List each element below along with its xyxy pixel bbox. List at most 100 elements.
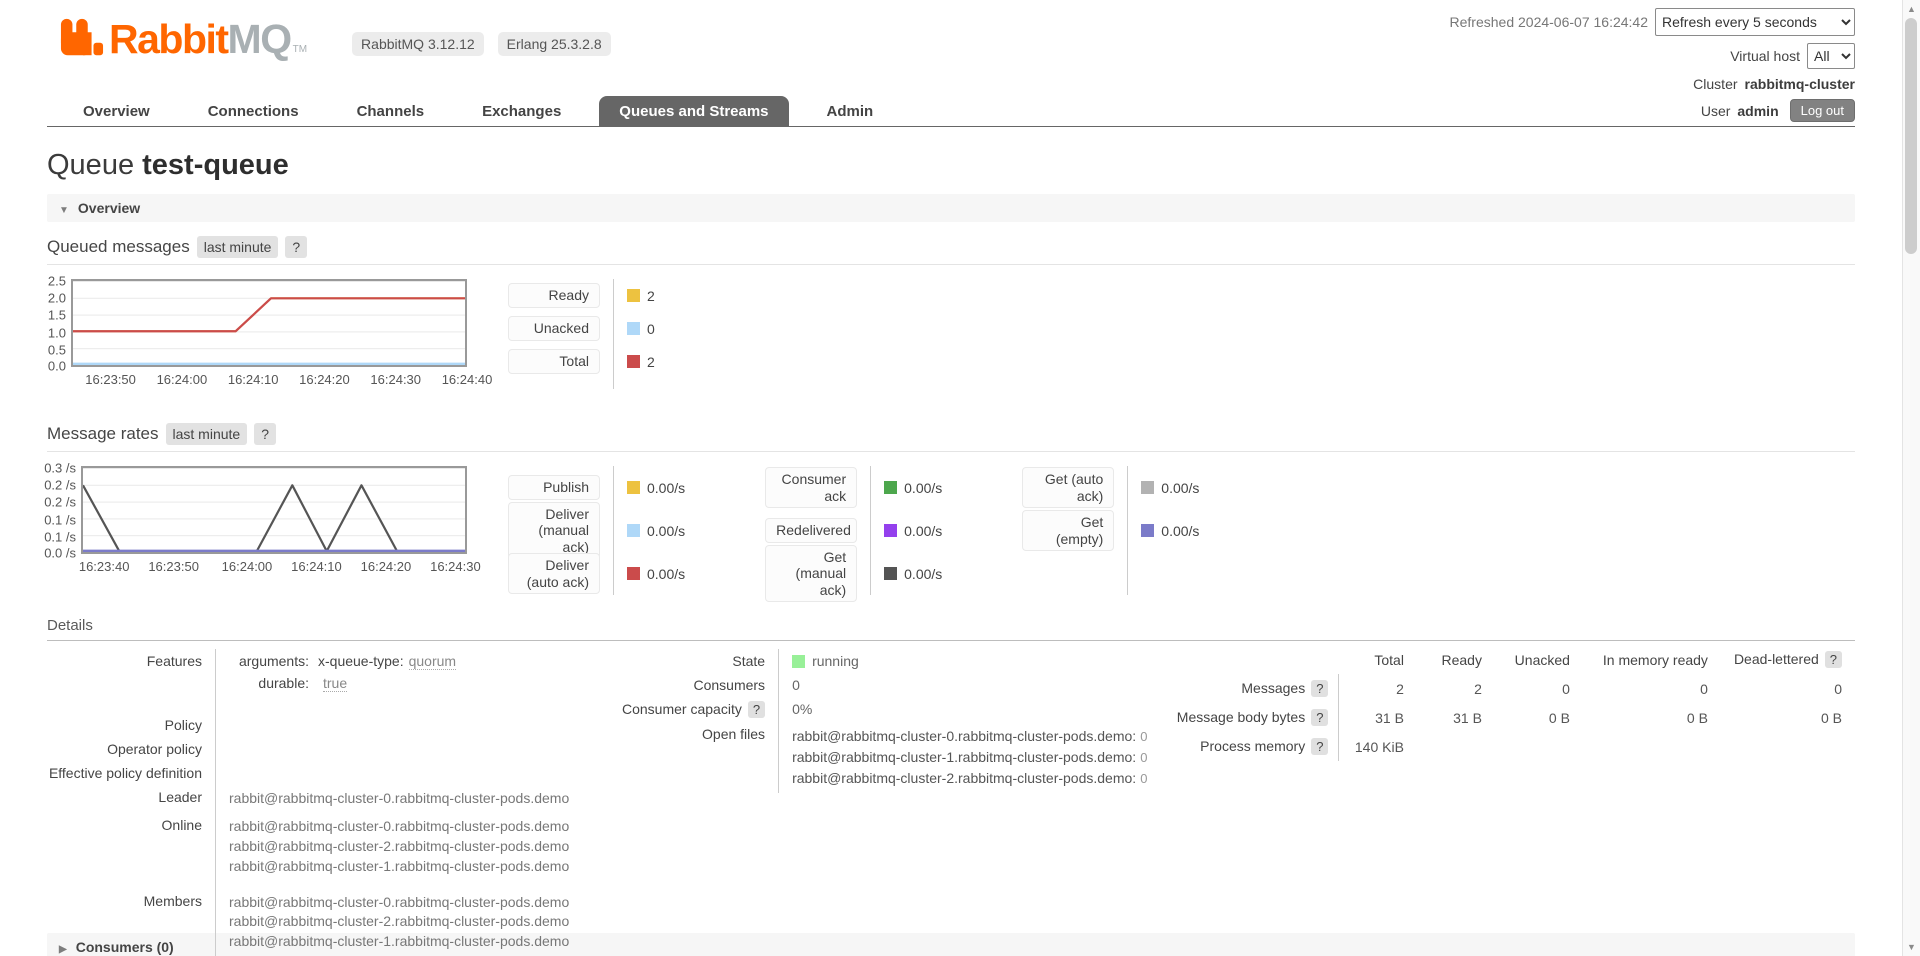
- x-tick-label: 16:24:00: [222, 559, 273, 574]
- message-rates-title: Message rates: [47, 424, 159, 443]
- member-node: rabbit@rabbitmq-cluster-0.rabbitmq-clust…: [229, 893, 569, 913]
- stats-cell: 0: [1495, 674, 1583, 703]
- details-title: Details: [47, 617, 1855, 641]
- stats-cell: 2: [1339, 674, 1417, 703]
- feature-key: arguments:: [229, 653, 309, 669]
- legend-value: 0.00/s: [1161, 480, 1199, 496]
- tab-queues-and-streams[interactable]: Queues and Streams: [599, 96, 788, 126]
- x-tick-label: 16:24:40: [442, 372, 493, 387]
- consumers-label: Consumers: [622, 673, 779, 697]
- messages-label: Messages: [1241, 680, 1305, 696]
- y-tick-label: 0.2 /s: [44, 495, 76, 510]
- help-icon[interactable]: ?: [1311, 709, 1328, 726]
- members-row: Members rabbit@rabbitmq-cluster-0.rabbit…: [47, 881, 569, 956]
- legend-label: Get (empty): [1022, 510, 1114, 551]
- y-axis-ticks: 0.3 /s0.2 /s0.2 /s0.1 /s0.1 /s0.0 /s: [47, 466, 81, 554]
- help-icon[interactable]: ?: [285, 236, 307, 258]
- help-icon[interactable]: ?: [254, 423, 276, 445]
- queued-messages-plot: [71, 279, 467, 367]
- legend-color-swatch: [627, 481, 640, 494]
- legend-value: 0.00/s: [904, 566, 942, 582]
- stats-table: Total Ready Unacked In memory ready Dead…: [1177, 647, 1855, 761]
- process-memory-label: Process memory: [1200, 738, 1305, 754]
- open-files-node: rabbit@rabbitmq-cluster-1.rabbitmq-clust…: [792, 747, 1147, 768]
- legend-label: Consumer ack: [765, 467, 857, 508]
- stats-cell: 0: [1583, 674, 1721, 703]
- legend-color-swatch: [627, 289, 640, 302]
- legend-color-swatch: [627, 524, 640, 537]
- help-icon[interactable]: ?: [748, 701, 765, 718]
- x-tick-label: 16:24:30: [430, 559, 481, 574]
- message-rates-header: Message rates last minute?: [47, 421, 1855, 452]
- online-label: Online: [47, 813, 216, 881]
- header-right: Refreshed 2024-06-07 16:24:42 Refresh ev…: [1450, 8, 1855, 129]
- x-tick-label: 16:23:50: [85, 372, 136, 387]
- stats-header-total: Total: [1339, 647, 1417, 674]
- page-title-prefix: Queue: [47, 149, 134, 181]
- virtual-host-select[interactable]: All: [1807, 43, 1855, 69]
- stats-cell: [1721, 732, 1855, 761]
- tab-overview[interactable]: Overview: [63, 96, 170, 126]
- tab-exchanges[interactable]: Exchanges: [462, 96, 581, 126]
- stats-cell: 140 KiB: [1339, 732, 1417, 761]
- stats-header-row: Total Ready Unacked In memory ready Dead…: [1177, 647, 1855, 674]
- consumer-capacity-label: Consumer capacity: [622, 701, 742, 717]
- y-tick-label: 0.3 /s: [44, 460, 76, 475]
- chart-range-button[interactable]: last minute: [197, 236, 279, 258]
- state-value: running: [812, 653, 859, 669]
- refresh-interval-select[interactable]: Refresh every 5 seconds: [1655, 8, 1855, 36]
- stats-row-messages: Messages? 22000: [1177, 674, 1855, 703]
- section-overview-label: Overview: [78, 200, 140, 216]
- chart-range-button[interactable]: last minute: [166, 423, 248, 445]
- help-icon[interactable]: ?: [1825, 651, 1842, 668]
- scrollbar[interactable]: ▲ ▼: [1902, 0, 1920, 956]
- rabbit-icon: [60, 17, 104, 59]
- running-state-icon: [792, 655, 805, 668]
- logo-text-rabbit: Rabbit: [109, 20, 228, 59]
- page: RabbitMQTM RabbitMQ 3.12.12 Erlang 25.3.…: [47, 0, 1855, 956]
- message-rates-block: 0.3 /s0.2 /s0.2 /s0.1 /s0.1 /s0.0 /s 16:…: [47, 466, 1855, 595]
- details-left-table: Features arguments:x-queue-type:quorumdu…: [47, 649, 569, 956]
- feature-key: durable:: [229, 675, 309, 691]
- details-middle-table: State running Consumers 0 Consumer capac…: [622, 649, 1147, 793]
- open-files-host: rabbit@rabbitmq-cluster-1.rabbitmq-clust…: [792, 749, 1136, 765]
- operator-policy-label: Operator policy: [47, 737, 216, 761]
- x-tick-label: 16:24:30: [370, 372, 421, 387]
- member-node: rabbit@rabbitmq-cluster-2.rabbitmq-clust…: [229, 912, 569, 932]
- user-label: User: [1701, 103, 1731, 119]
- legend-label: Get (manual ack): [765, 545, 857, 603]
- x-tick-label: 16:24:10: [228, 372, 279, 387]
- tab-channels[interactable]: Channels: [337, 96, 445, 126]
- scrollbar-down-icon[interactable]: ▼: [1903, 939, 1920, 955]
- legend-label: Publish: [508, 475, 600, 500]
- legend-value: 2: [647, 354, 655, 370]
- online-node: rabbit@rabbitmq-cluster-1.rabbitmq-clust…: [229, 857, 569, 877]
- state-label: State: [622, 649, 779, 673]
- help-icon[interactable]: ?: [1311, 738, 1328, 755]
- scrollbar-up-icon[interactable]: ▲: [1903, 1, 1920, 17]
- section-overview[interactable]: ▼ Overview: [47, 194, 1855, 222]
- legend-color-swatch: [627, 567, 640, 580]
- rabbitmq-logo[interactable]: RabbitMQTM: [60, 17, 307, 59]
- header: RabbitMQTM RabbitMQ 3.12.12 Erlang 25.3.…: [47, 0, 1855, 96]
- logo-trademark: TM: [293, 41, 307, 59]
- operator-policy-value: [216, 737, 570, 761]
- y-tick-label: 1.0: [48, 325, 66, 340]
- x-tick-label: 16:24:20: [299, 372, 350, 387]
- tab-connections[interactable]: Connections: [188, 96, 319, 126]
- stats-header-unacked: Unacked: [1495, 647, 1583, 674]
- logout-button[interactable]: Log out: [1790, 99, 1855, 122]
- features-label: Features: [47, 649, 216, 701]
- stats-cell: 0 B: [1583, 703, 1721, 732]
- y-tick-label: 0.5: [48, 342, 66, 357]
- stats-cell: 31 B: [1417, 703, 1495, 732]
- queued-messages-header: Queued messages last minute?: [47, 234, 1855, 265]
- tab-admin[interactable]: Admin: [807, 96, 894, 126]
- queued-messages-title: Queued messages: [47, 237, 190, 256]
- triangle-down-icon: ▼: [59, 205, 69, 216]
- scrollbar-thumb[interactable]: [1905, 18, 1917, 254]
- legend-value: 0.00/s: [904, 523, 942, 539]
- help-icon[interactable]: ?: [1311, 680, 1328, 697]
- stats-row-process-memory: Process memory? 140 KiB: [1177, 732, 1855, 761]
- open-files-node: rabbit@rabbitmq-cluster-0.rabbitmq-clust…: [792, 726, 1147, 747]
